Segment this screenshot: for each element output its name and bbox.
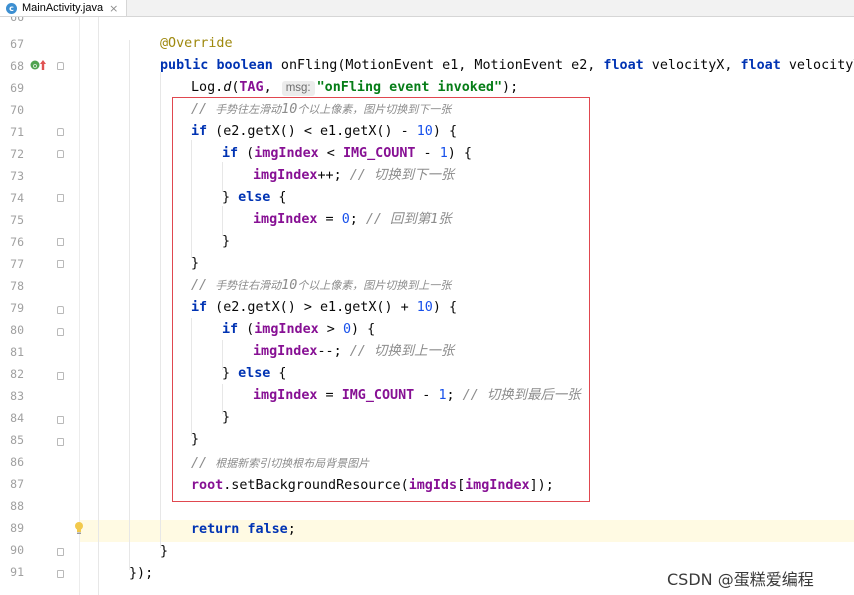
line-number: 67 bbox=[10, 37, 24, 51]
editor-tab-bar: c MainActivity.java × bbox=[0, 0, 854, 17]
fold-marker-icon[interactable] bbox=[57, 194, 64, 202]
close-tab-icon[interactable]: × bbox=[109, 2, 118, 15]
parameter-hint: msg: bbox=[281, 81, 315, 96]
svg-text:o: o bbox=[33, 62, 37, 70]
line-number: 70 bbox=[10, 103, 24, 117]
line-number: 86 bbox=[10, 455, 24, 469]
keyword: false bbox=[247, 522, 288, 537]
indent-guide bbox=[98, 17, 99, 595]
keyword: float bbox=[603, 58, 644, 73]
tab-label: MainActivity.java bbox=[22, 2, 104, 14]
code-text: ; bbox=[287, 522, 296, 537]
line-number: 78 bbox=[10, 279, 24, 293]
fold-marker-icon[interactable] bbox=[57, 128, 64, 136]
line-number: 68 bbox=[10, 59, 24, 73]
line-number: 85 bbox=[10, 433, 24, 447]
fold-marker-icon[interactable] bbox=[57, 260, 64, 268]
line-number: 71 bbox=[10, 125, 24, 139]
line-number: 66 bbox=[10, 17, 24, 24]
fold-marker-icon[interactable] bbox=[57, 328, 64, 336]
code-text: ); bbox=[502, 80, 519, 95]
line-number: 69 bbox=[10, 81, 24, 95]
fold-marker-icon[interactable] bbox=[57, 150, 64, 158]
keyword: float bbox=[740, 58, 781, 73]
line-number: 88 bbox=[10, 499, 24, 513]
line-number: 84 bbox=[10, 411, 24, 425]
indent-guide bbox=[129, 40, 130, 570]
line-number: 81 bbox=[10, 345, 24, 359]
code-text: , bbox=[263, 80, 280, 95]
code-text: velocityX, bbox=[643, 58, 741, 73]
watermark: CSDN @蛋糕爱编程 bbox=[667, 570, 814, 589]
line-number: 77 bbox=[10, 257, 24, 271]
fold-marker-icon[interactable] bbox=[57, 438, 64, 446]
fold-marker-icon[interactable] bbox=[57, 416, 64, 424]
fold-marker-icon[interactable] bbox=[57, 372, 64, 380]
line-number: 80 bbox=[10, 323, 24, 337]
line-number: 76 bbox=[10, 235, 24, 249]
indent-guide bbox=[160, 72, 161, 548]
highlight-box bbox=[172, 97, 590, 502]
line-number: 90 bbox=[10, 543, 24, 557]
code-line-89: return false; bbox=[191, 522, 296, 538]
annotation: @Override bbox=[160, 36, 233, 51]
code-text: onFling(MotionEvent e1, MotionEvent e2, bbox=[272, 58, 604, 73]
code-line-68: public boolean onFling(MotionEvent e1, M… bbox=[160, 58, 854, 74]
keyword: public bbox=[160, 58, 209, 73]
keyword: return bbox=[191, 522, 240, 537]
code-line-91: }); bbox=[129, 566, 154, 581]
line-number: 74 bbox=[10, 191, 24, 205]
code-line-67: @Override bbox=[160, 36, 233, 52]
gutter-separator bbox=[79, 17, 80, 595]
code-text: Log. bbox=[191, 80, 224, 95]
lightbulb-icon[interactable] bbox=[74, 521, 84, 535]
java-class-icon: c bbox=[6, 2, 17, 14]
line-number: 91 bbox=[10, 565, 24, 579]
code-text: velocityY) { bbox=[788, 58, 854, 73]
fold-marker-icon[interactable] bbox=[57, 62, 64, 70]
line-number: 79 bbox=[10, 301, 24, 315]
tab-mainactivity[interactable]: c MainActivity.java × bbox=[0, 0, 127, 16]
line-number: 83 bbox=[10, 389, 24, 403]
fold-marker-icon[interactable] bbox=[57, 306, 64, 314]
line-number: 75 bbox=[10, 213, 24, 227]
line-number: 87 bbox=[10, 477, 24, 491]
keyword: boolean bbox=[216, 58, 273, 73]
fold-marker-icon[interactable] bbox=[57, 238, 64, 246]
fold-marker-icon[interactable] bbox=[57, 570, 64, 578]
code-line-69: Log.d(TAG, msg: "onFling event invoked"); bbox=[191, 80, 518, 96]
line-number: 82 bbox=[10, 367, 24, 381]
fold-marker-icon[interactable] bbox=[57, 548, 64, 556]
override-implement-markers-icon[interactable]: o bbox=[30, 58, 50, 72]
line-number: 73 bbox=[10, 169, 24, 183]
string-literal: "onFling event invoked" bbox=[316, 80, 503, 95]
line-number: 72 bbox=[10, 147, 24, 161]
code-line-90: } bbox=[160, 544, 169, 559]
line-number: 89 bbox=[10, 521, 24, 535]
field: TAG bbox=[239, 80, 264, 95]
